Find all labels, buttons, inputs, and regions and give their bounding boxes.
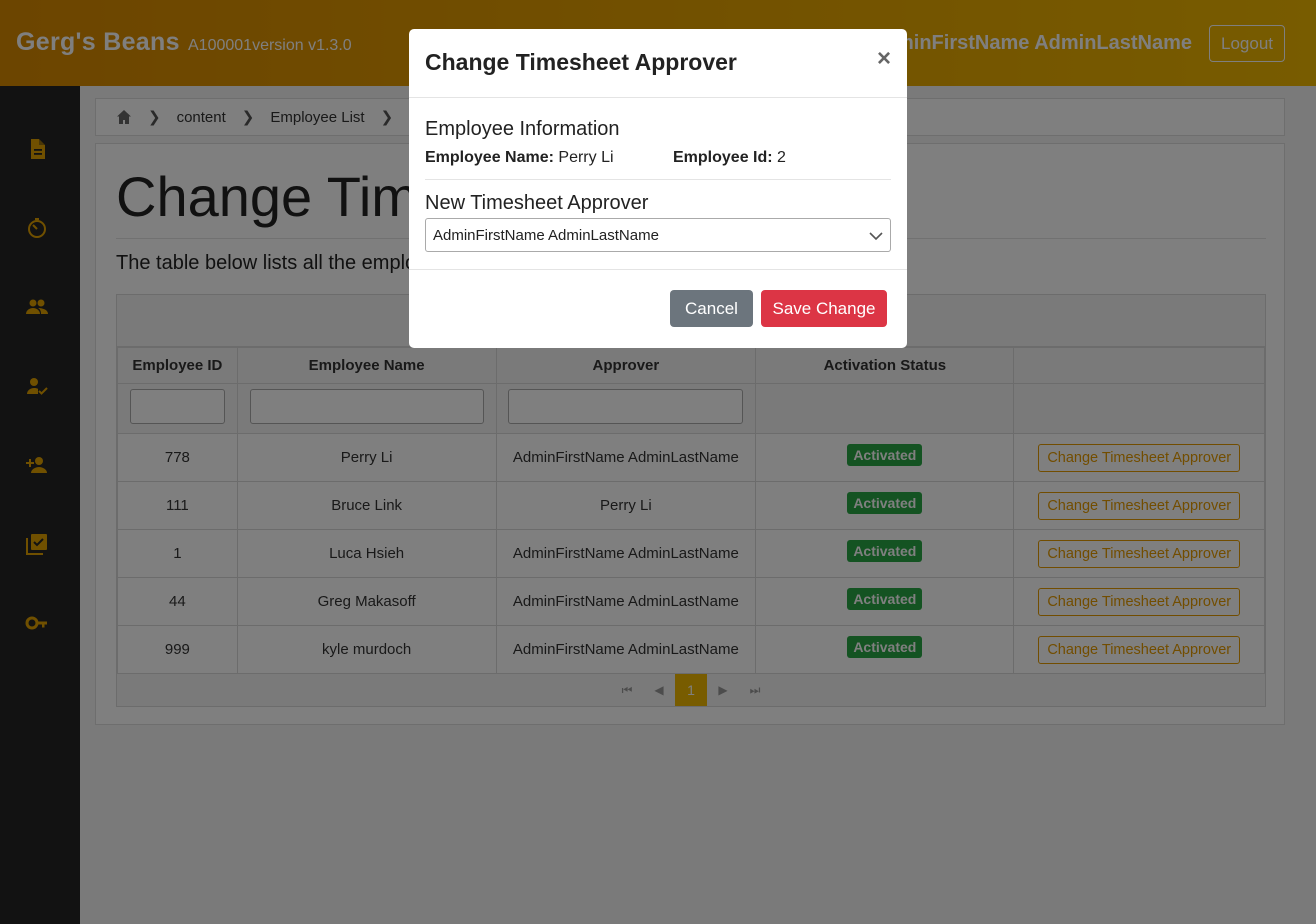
employee-name-info: Employee Name: Perry Li — [425, 149, 614, 167]
employee-id-info: Employee Id: 2 — [673, 149, 786, 167]
approver-select[interactable]: AdminFirstName AdminLastName — [425, 218, 891, 252]
employee-name-label: Employee Name: — [425, 149, 554, 166]
employee-info-heading: Employee Information — [425, 118, 620, 140]
save-change-button[interactable]: Save Change — [761, 290, 887, 327]
approver-select-value: AdminFirstName AdminLastName — [433, 226, 659, 244]
employee-id-value: 2 — [777, 149, 786, 166]
divider — [409, 269, 907, 270]
employee-name-value: Perry Li — [558, 149, 614, 166]
divider — [425, 179, 891, 180]
close-icon[interactable]: × — [877, 45, 891, 73]
divider — [409, 97, 907, 98]
new-approver-heading: New Timesheet Approver — [425, 192, 649, 214]
cancel-button[interactable]: Cancel — [670, 290, 753, 327]
modal-title: Change Timesheet Approver — [425, 49, 737, 75]
employee-id-label: Employee Id: — [673, 149, 773, 166]
change-approver-modal: Change Timesheet Approver × Employee Inf… — [409, 29, 907, 348]
chevron-down-icon — [869, 232, 883, 241]
